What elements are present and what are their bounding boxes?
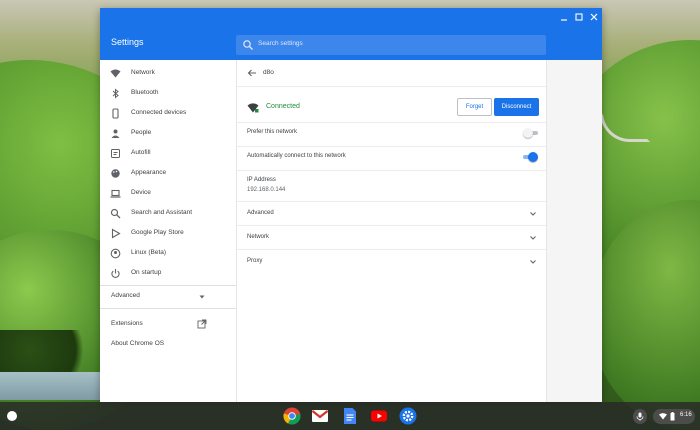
ip-address-value: 192.168.0.144 [247, 187, 286, 193]
sidebar-item-extensions[interactable]: Extensions [100, 316, 236, 334]
minimize-icon [561, 19, 567, 21]
sidebar-item-appearance[interactable]: Appearance [100, 165, 236, 183]
disconnect-button[interactable]: Disconnect [494, 98, 539, 116]
chevron-down-icon [530, 260, 536, 264]
sidebar-item-linux[interactable]: Linux (Beta) [100, 245, 236, 263]
network-detail-card: d8o Connected Forget Disconnect Prefer t… [236, 60, 547, 402]
sidebar-item-label: Search and Assistant [131, 209, 193, 216]
linux-icon [110, 248, 121, 259]
search-icon [243, 40, 253, 50]
laptop-icon [110, 188, 121, 199]
phone-icon [110, 108, 121, 119]
bluetooth-icon [110, 88, 121, 99]
sidebar-item-label: On startup [131, 269, 162, 276]
sidebar-advanced-label: Advanced [111, 292, 140, 299]
divider [100, 285, 236, 286]
sidebar-item-label: Autofill [131, 149, 151, 156]
sidebar-advanced-toggle[interactable]: Advanced [100, 288, 236, 306]
launcher-button[interactable] [7, 411, 17, 421]
microphone-icon [636, 412, 644, 421]
wifi-icon [659, 413, 667, 420]
sidebar-item-search-assistant[interactable]: Search and Assistant [100, 205, 236, 223]
sidebar-item-about[interactable]: About Chrome OS [100, 336, 236, 354]
clock: 6:16 [680, 412, 692, 418]
section-label: Proxy [247, 258, 263, 264]
close-button[interactable] [587, 10, 601, 24]
page-title: d8o [263, 69, 274, 76]
search-placeholder: Search settings [258, 40, 303, 47]
sidebar-item-connected-devices[interactable]: Connected devices [100, 105, 236, 123]
prefer-network-toggle[interactable] [523, 128, 538, 138]
chevron-down-icon [530, 236, 536, 240]
gmail-icon[interactable] [311, 407, 329, 425]
caret-down-icon [199, 295, 205, 299]
power-icon [110, 268, 121, 279]
person-icon [110, 128, 121, 139]
wallpaper-lake [0, 372, 100, 400]
sidebar-item-label: Network [131, 69, 155, 76]
sidebar-item-play-store[interactable]: Google Play Store [100, 225, 236, 243]
maximize-icon [575, 13, 583, 21]
proxy-section-row[interactable]: Proxy [237, 250, 546, 273]
sidebar-item-label: About Chrome OS [111, 340, 165, 347]
shelf: 6:16 [0, 402, 700, 430]
sidebar-item-people[interactable]: People [100, 125, 236, 143]
network-section-row[interactable]: Network [237, 226, 546, 249]
auto-connect-label: Automatically connect to this network [247, 153, 346, 159]
title-bar[interactable] [100, 8, 602, 26]
autofill-icon [110, 148, 121, 159]
battery-icon [670, 412, 675, 421]
section-label: Network [247, 234, 270, 240]
chevron-down-icon [530, 212, 536, 216]
sidebar-item-label: People [131, 129, 152, 136]
sidebar-item-label: Linux (Beta) [131, 249, 167, 256]
sidebar-item-label: Google Play Store [131, 229, 184, 236]
back-arrow-icon[interactable] [247, 68, 257, 78]
wifi-connected-icon [247, 103, 259, 113]
ip-address-label: IP Address [247, 177, 276, 183]
search-input[interactable]: Search settings [236, 35, 546, 55]
wifi-icon [110, 68, 121, 79]
sidebar-item-bluetooth[interactable]: Bluetooth [100, 85, 236, 103]
main-area: d8o Connected Forget Disconnect Prefer t… [236, 60, 602, 402]
assistant-mic-button[interactable] [633, 409, 647, 424]
play-store-icon [110, 228, 121, 239]
app-title: Settings [111, 37, 144, 47]
divider [237, 86, 546, 87]
connection-status: Connected [266, 103, 300, 110]
sidebar-item-label: Device [131, 189, 151, 196]
divider [237, 122, 546, 123]
minimize-button[interactable] [557, 10, 571, 24]
chrome-icon[interactable] [283, 407, 301, 425]
sidebar-item-device[interactable]: Device [100, 185, 236, 203]
sidebar-item-label: Bluetooth [131, 89, 159, 96]
docs-icon[interactable] [341, 407, 359, 425]
settings-window: Settings Search settings Network Bluetoo… [100, 8, 602, 402]
sidebar: Network Bluetooth Connected devices Peop… [100, 60, 236, 402]
maximize-button[interactable] [572, 10, 586, 24]
sidebar-item-label: Connected devices [131, 109, 187, 116]
sidebar-item-label: Appearance [131, 169, 167, 176]
close-icon [590, 13, 598, 21]
app-header: Settings Search settings [100, 26, 602, 60]
divider [237, 170, 546, 171]
sidebar-item-network[interactable]: Network [100, 65, 236, 83]
external-link-icon [197, 319, 207, 329]
sidebar-item-label: Extensions [111, 320, 143, 327]
sidebar-item-autofill[interactable]: Autofill [100, 145, 236, 163]
forget-button[interactable]: Forget [457, 98, 492, 116]
divider [237, 146, 546, 147]
search-icon [110, 208, 121, 219]
sidebar-item-on-startup[interactable]: On startup [100, 265, 236, 283]
section-label: Advanced [247, 210, 274, 216]
status-tray[interactable]: 6:16 [653, 409, 695, 424]
prefer-network-label: Prefer this network [247, 129, 298, 135]
advanced-section-row[interactable]: Advanced [237, 202, 546, 225]
settings-icon[interactable] [399, 407, 417, 425]
divider [100, 308, 236, 309]
youtube-icon[interactable] [370, 407, 388, 425]
auto-connect-toggle[interactable] [523, 152, 538, 162]
palette-icon [110, 168, 121, 179]
